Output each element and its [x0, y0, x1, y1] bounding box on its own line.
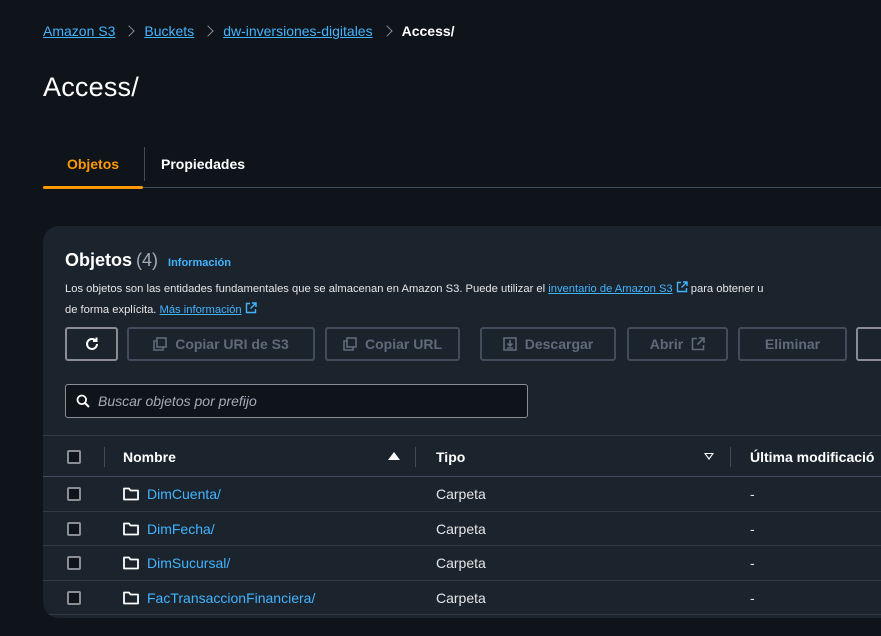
refresh-button[interactable] — [65, 327, 118, 361]
row-checkbox[interactable] — [67, 590, 81, 605]
column-header-modified[interactable]: Última modificació — [750, 436, 874, 478]
sort-icon[interactable] — [704, 453, 714, 460]
object-name-link[interactable]: DimCuenta/ — [123, 477, 221, 511]
select-all-checkbox[interactable] — [67, 450, 81, 464]
column-separator — [104, 447, 105, 467]
tab-objetos[interactable]: Objetos — [43, 140, 143, 189]
page-title: Access/ — [43, 72, 139, 102]
external-link-icon — [691, 337, 706, 351]
more-info-link[interactable]: Más información — [160, 304, 242, 316]
sort-ascending-icon[interactable] — [388, 452, 400, 460]
copy-uri-button[interactable]: Copiar URI de S3 — [127, 327, 315, 361]
object-name-link[interactable]: DimFecha/ — [123, 512, 215, 546]
toolbar: Copiar URI de S3 Copiar URL Descargar Ab… — [65, 327, 881, 361]
search-icon — [76, 394, 90, 408]
panel-header: Objetos (4) Información — [65, 250, 231, 271]
object-count: (4) — [136, 250, 159, 270]
description-text-cont: para obtener u — [687, 283, 764, 295]
download-button[interactable]: Descargar — [480, 327, 616, 361]
delete-label: Eliminar — [764, 336, 821, 352]
copy-icon — [153, 337, 168, 351]
column-separator — [415, 447, 416, 467]
copy-icon — [343, 337, 357, 351]
folder-icon — [123, 591, 139, 604]
row-select-cell — [67, 581, 81, 615]
actions-button[interactable]: A — [856, 327, 881, 361]
column-header-type[interactable]: Tipo — [436, 436, 465, 478]
description-text: Los objetos son las entidades fundamenta… — [65, 283, 549, 295]
refresh-icon — [85, 337, 98, 350]
breadcrumb-separator-icon — [383, 24, 392, 38]
row-select-cell — [67, 477, 81, 511]
object-name: DimCuenta/ — [147, 486, 221, 502]
panel-description: Los objetos son las entidades fundamenta… — [65, 279, 881, 321]
breadcrumb-separator-icon — [125, 24, 134, 38]
object-name: DimSucursal/ — [147, 555, 231, 571]
delete-button[interactable]: Eliminar — [738, 327, 847, 361]
folder-icon — [123, 556, 139, 570]
description-line2-text: de forma explícita. — [65, 304, 160, 316]
object-modified: - — [750, 486, 755, 502]
row-checkbox[interactable] — [67, 487, 81, 501]
download-icon — [502, 337, 517, 351]
s3-console-page: Amazon S3 Buckets dw-inversiones-digital… — [0, 0, 881, 636]
object-name: DimFecha/ — [147, 520, 215, 537]
objects-table: Nombre Tipo Última modificació DimCuenta… — [43, 435, 881, 615]
external-link-icon — [676, 281, 688, 293]
object-name-link[interactable]: DimSucursal/ — [123, 546, 230, 580]
open-label: Abrir — [649, 336, 684, 352]
object-modified: - — [750, 555, 755, 571]
column-name-label: Nombre — [123, 449, 176, 465]
object-type: Carpeta — [436, 555, 486, 571]
breadcrumb-amazon-s3[interactable]: Amazon S3 — [43, 23, 115, 39]
inventory-link[interactable]: inventario de Amazon S3 — [548, 283, 672, 295]
breadcrumb-current: Access/ — [401, 23, 455, 39]
breadcrumb-buckets[interactable]: Buckets — [144, 23, 194, 39]
description-line2: de forma explícita. Más información — [65, 300, 881, 321]
breadcrumb-separator-icon — [204, 24, 213, 38]
column-header-name[interactable]: Nombre — [123, 436, 401, 478]
select-all-cell — [67, 436, 81, 478]
row-checkbox[interactable] — [67, 521, 81, 536]
main-content: Amazon S3 Buckets dw-inversiones-digital… — [0, 0, 881, 636]
object-type: Carpeta — [436, 486, 486, 502]
table-row: DimCuenta/ Carpeta - — [43, 477, 881, 512]
tab-propiedades[interactable]: Propiedades — [145, 140, 261, 188]
panel-title: Objetos — [65, 250, 133, 270]
row-select-cell — [67, 546, 81, 580]
row-checkbox[interactable] — [67, 556, 81, 570]
search-input[interactable] — [98, 393, 518, 409]
object-modified: - — [750, 589, 755, 606]
external-link-icon — [245, 302, 257, 314]
column-separator — [730, 447, 731, 467]
breadcrumb-bucket[interactable]: dw-inversiones-digitales — [223, 23, 372, 39]
copy-url-label: Copiar URL — [365, 336, 442, 352]
table-row: DimSucursal/ Carpeta - — [43, 546, 881, 581]
open-button[interactable]: Abrir — [627, 327, 728, 361]
table-row: DimFecha/ Carpeta - — [43, 512, 881, 546]
object-name-link[interactable]: FacTransaccionFinanciera/ — [123, 581, 315, 615]
table-row: FacTransaccionFinanciera/ Carpeta - — [43, 581, 881, 615]
object-modified: - — [750, 520, 755, 537]
objects-panel: Objetos (4) Información Los objetos son … — [43, 226, 881, 618]
tabs: Objetos Propiedades — [43, 140, 881, 189]
object-type: Carpeta — [436, 589, 486, 606]
search-box — [65, 384, 528, 418]
copy-url-button[interactable]: Copiar URL — [325, 327, 460, 361]
object-type: Carpeta — [436, 520, 486, 537]
download-label: Descargar — [524, 336, 594, 352]
copy-uri-label: Copiar URI de S3 — [175, 336, 289, 352]
folder-icon — [123, 487, 139, 501]
table-header: Nombre Tipo Última modificació — [43, 435, 881, 477]
row-select-cell — [67, 512, 81, 546]
object-name: FacTransaccionFinanciera/ — [147, 589, 316, 606]
column-type-label: Tipo — [436, 449, 466, 465]
column-modified-label: Última modificació — [750, 449, 875, 465]
folder-icon — [123, 522, 139, 535]
breadcrumb: Amazon S3 Buckets dw-inversiones-digital… — [43, 23, 455, 39]
info-link[interactable]: Información — [168, 257, 231, 269]
